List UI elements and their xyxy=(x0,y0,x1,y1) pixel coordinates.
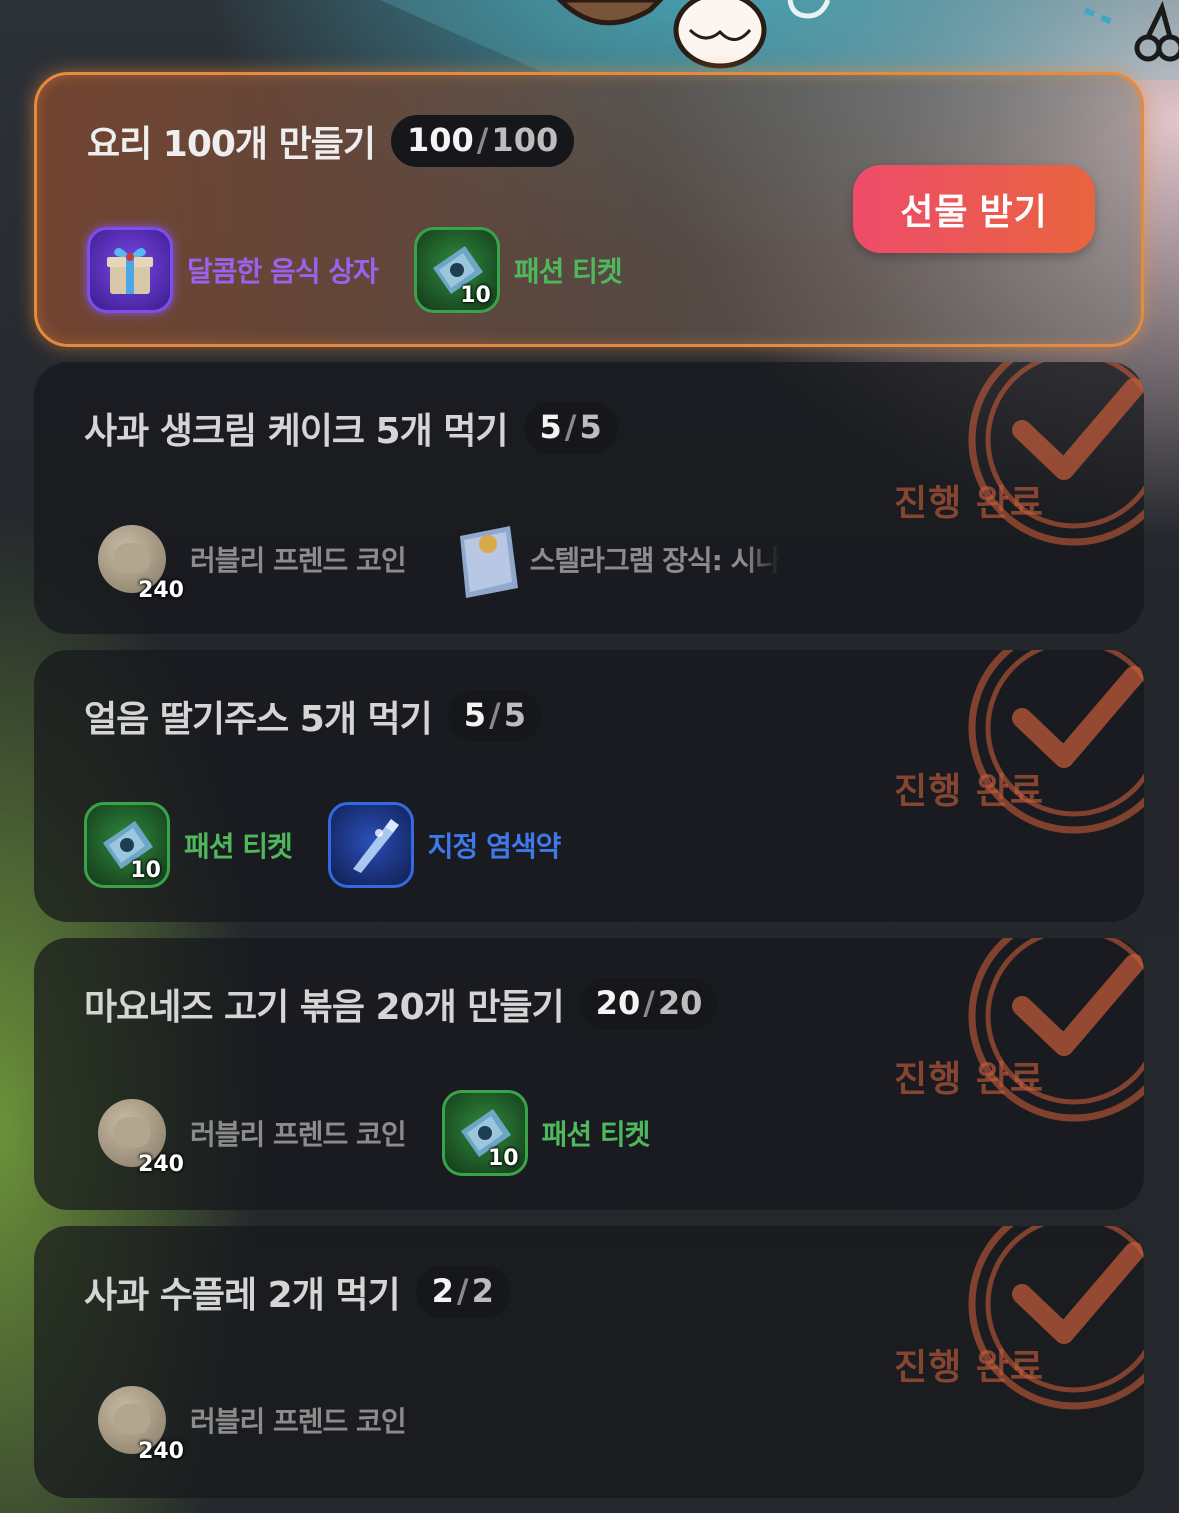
mission-card: 요리 100개 만들기 100 / 100 선물 받기 달콤한 음식 상자 10… xyxy=(34,72,1144,347)
progress-separator: / xyxy=(643,984,655,1022)
reward-item[interactable]: 지정 염색약 xyxy=(327,802,562,888)
reward-quantity: 10 xyxy=(460,283,491,308)
mission-title-row: 사과 수플레 2개 먹기 2 / 2 xyxy=(84,1266,510,1318)
mission-title-row: 요리 100개 만들기 100 / 100 xyxy=(87,115,575,167)
reward-list: 240 러블리 프렌드 코인 스텔라그램 장식: 시나 xyxy=(84,522,816,603)
completed-stamp-text: 진행 완료 xyxy=(894,1347,1045,1388)
progress-badge: 100 / 100 xyxy=(390,115,575,167)
mission-title: 요리 100개 만들기 xyxy=(87,124,376,165)
progress-total: 5 xyxy=(503,696,526,734)
reward-quantity: 10 xyxy=(130,858,161,883)
completed-stamp-icon xyxy=(968,362,1144,546)
reward-list: 달콤한 음식 상자 10 패션 티켓 xyxy=(87,227,658,313)
reward-item[interactable]: 10 패션 티켓 xyxy=(413,227,623,313)
fashion-ticket-icon: 10 xyxy=(441,1090,528,1176)
reward-label: 달콤한 음식 상자 xyxy=(187,255,379,288)
completed-stamp-icon xyxy=(968,938,1144,1122)
reward-item[interactable]: 10 패션 티켓 xyxy=(441,1090,651,1176)
reward-item[interactable]: 10 패션 티켓 xyxy=(84,802,293,888)
mission-title-row: 얼음 딸기주스 5개 먹기 5 / 5 xyxy=(84,690,542,742)
reward-label: 러블리 프렌드 코인 xyxy=(190,544,407,577)
mission-title: 마요네즈 고기 볶음 20개 만들기 xyxy=(84,987,565,1028)
reward-item[interactable]: 달콤한 음식 상자 xyxy=(87,227,379,313)
reward-label: 패션 티켓 xyxy=(541,1118,651,1151)
progress-separator: / xyxy=(564,408,577,446)
fashion-ticket-icon: 10 xyxy=(413,227,500,313)
mission-card: 사과 생크림 케이크 5개 먹기 5 / 5 240 러블리 프렌드 코인 스텔… xyxy=(34,362,1144,634)
reward-label: 러블리 프렌드 코인 xyxy=(190,1405,407,1438)
gift-box-icon xyxy=(87,227,173,313)
completed-stamp-icon xyxy=(968,1226,1144,1410)
completed-stamp-icon xyxy=(968,650,1144,834)
progress-total: 2 xyxy=(471,1272,494,1310)
fashion-ticket-icon: 10 xyxy=(84,802,170,888)
reward-list: 240 러블리 프렌드 코인 xyxy=(84,1386,442,1464)
progress-separator: / xyxy=(489,696,501,734)
reward-label: 스텔라그램 장식: 시나 xyxy=(529,544,781,577)
friend-coin-icon: 240 xyxy=(98,1099,184,1177)
progress-total: 20 xyxy=(657,984,703,1022)
reward-quantity: 10 xyxy=(487,1146,519,1171)
progress-separator: / xyxy=(476,121,489,159)
reward-quantity: 240 xyxy=(138,1152,184,1177)
completed-stamp-text: 진행 완료 xyxy=(894,1059,1045,1100)
friend-coin-icon: 240 xyxy=(98,1386,184,1464)
reward-item[interactable]: 240 러블리 프렌드 코인 xyxy=(84,1386,407,1464)
mission-title: 사과 생크림 케이크 5개 먹기 xyxy=(84,411,509,452)
reward-list: 10 패션 티켓 지정 염색약 xyxy=(84,802,596,888)
mission-title-row: 마요네즈 고기 볶음 20개 만들기 20 / 20 xyxy=(84,978,719,1030)
header-art xyxy=(380,0,1179,80)
friend-coin-icon: 240 xyxy=(98,525,184,603)
reward-item[interactable]: 240 러블리 프렌드 코인 xyxy=(84,1099,407,1177)
reward-item[interactable]: 240 러블리 프렌드 코인 xyxy=(84,525,407,603)
progress-current: 20 xyxy=(595,984,641,1022)
progress-current: 2 xyxy=(431,1272,454,1310)
progress-badge: 20 / 20 xyxy=(579,978,719,1030)
progress-current: 100 xyxy=(406,121,474,159)
reward-list: 240 러블리 프렌드 코인 10 패션 티켓 xyxy=(84,1090,685,1177)
progress-badge: 5 / 5 xyxy=(523,402,618,454)
reward-quantity: 240 xyxy=(138,578,184,603)
reward-item[interactable]: 스텔라그램 장식: 시나 xyxy=(442,522,781,598)
reward-label: 지정 염색약 xyxy=(427,830,562,863)
reward-label: 패션 티켓 xyxy=(184,830,293,863)
progress-total: 5 xyxy=(579,408,602,446)
mission-card: 마요네즈 고기 볶음 20개 만들기 20 / 20 240 러블리 프렌드 코… xyxy=(34,938,1144,1210)
reward-label: 러블리 프렌드 코인 xyxy=(190,1118,407,1151)
mission-card: 얼음 딸기주스 5개 먹기 5 / 5 10 패션 티켓 지정 염색약 진행 완… xyxy=(34,650,1144,922)
progress-current: 5 xyxy=(539,408,562,446)
mission-card: 사과 수플레 2개 먹기 2 / 2 240 러블리 프렌드 코인 진행 완료 xyxy=(34,1226,1144,1498)
mission-title: 사과 수플레 2개 먹기 xyxy=(84,1275,401,1316)
completed-stamp-text: 진행 완료 xyxy=(894,483,1045,524)
mission-title: 얼음 딸기주스 5개 먹기 xyxy=(84,699,433,740)
mission-title-row: 사과 생크림 케이크 5개 먹기 5 / 5 xyxy=(84,402,618,454)
cake-icon xyxy=(673,0,767,69)
reward-label: 패션 티켓 xyxy=(513,255,623,288)
claim-reward-button[interactable]: 선물 받기 xyxy=(853,165,1095,253)
stellagram-decoration-icon xyxy=(452,522,518,598)
progress-separator: / xyxy=(456,1272,469,1310)
completed-stamp-text: 진행 완료 xyxy=(894,771,1045,812)
progress-badge: 5 / 5 xyxy=(447,690,542,742)
progress-badge: 2 / 2 xyxy=(415,1266,510,1318)
dye-icon xyxy=(327,802,414,888)
progress-total: 100 xyxy=(491,121,559,159)
reward-quantity: 240 xyxy=(138,1439,184,1464)
progress-current: 5 xyxy=(463,696,486,734)
